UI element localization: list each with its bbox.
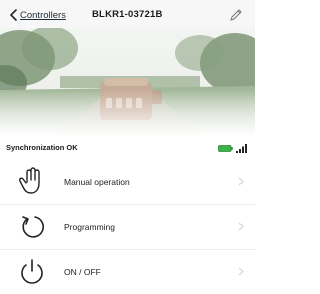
menu-item-label: Manual operation [64,177,130,187]
battery-icon [218,145,233,152]
menu-item-programming[interactable]: Programming [0,205,255,249]
sync-status-text: Synchronization OK [6,143,78,152]
top-bar: Controllers BLKR1-03721B [0,0,255,28]
chevron-right-icon [238,222,244,231]
page-title: BLKR1-03721B [92,9,163,20]
signal-icon [236,144,247,153]
power-icon [21,259,43,284]
menu-item-label: Programming [64,222,116,232]
chevron-right-icon [238,177,244,186]
chevron-left-icon [10,9,17,21]
back-button[interactable]: Controllers [9,9,66,21]
controller-banner-image [0,28,255,136]
hand-icon [19,167,40,194]
menu-item-label: ON / OFF [64,267,101,277]
back-label: Controllers [20,9,66,21]
pencil-icon[interactable] [229,8,243,22]
menu-item-manual-operation[interactable]: Manual operation [0,160,255,204]
refresh-icon [22,216,44,238]
menu-item-on-off[interactable]: ON / OFF [0,250,255,294]
sync-status-row: Synchronization OK [0,140,255,156]
chevron-right-icon [238,267,244,276]
